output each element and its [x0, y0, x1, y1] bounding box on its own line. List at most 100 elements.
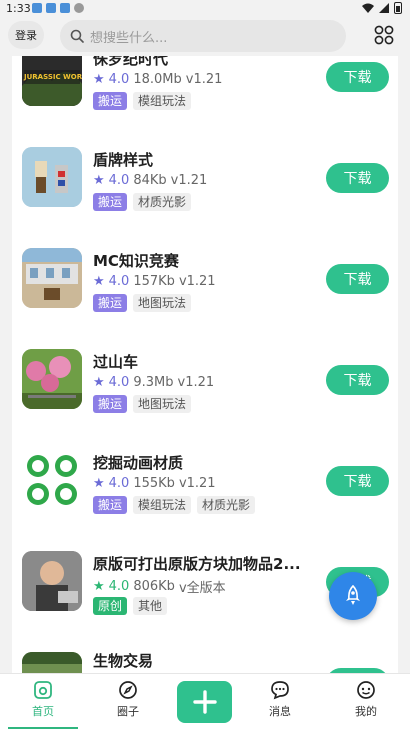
resource-version: v1.21: [178, 274, 216, 289]
bottom-navigation: 首页 圈子 消息 我的: [0, 673, 410, 729]
resource-thumbnail: [22, 450, 82, 510]
resource-title: MC知识竞赛: [93, 252, 179, 270]
chat-icon: [271, 681, 289, 700]
tab-home[interactable]: 首页: [13, 680, 73, 719]
resource-meta: ★ 4.0 157Kb v1.21: [93, 274, 216, 289]
list-item[interactable]: 过山车 ★ 4.0 9.3Mb v1.21 搬运 地图玩法 下载: [12, 329, 398, 429]
list-item[interactable]: MC知识竞赛 ★ 4.0 157Kb v1.21 搬运 地图玩法 下载: [12, 228, 398, 328]
download-button[interactable]: 下载: [326, 62, 389, 92]
download-button[interactable]: 下载: [326, 264, 389, 294]
tag: 地图玩法: [133, 395, 192, 413]
download-button[interactable]: 下载: [326, 365, 389, 395]
resource-tags: 搬运 地图玩法: [93, 395, 192, 413]
star-icon: ★: [93, 579, 105, 594]
status-notification-icons: [32, 3, 84, 13]
resource-thumbnail: [22, 551, 82, 611]
resource-title: 生物交易: [93, 652, 154, 670]
tab-label: 首页: [32, 705, 54, 718]
resource-tags: 原创 其他: [93, 597, 168, 615]
battery-icon: [394, 2, 402, 14]
search-input[interactable]: 想搜些什么...: [60, 20, 346, 52]
home-icon: [34, 681, 52, 699]
resource-thumbnail: [22, 147, 82, 207]
list-item[interactable]: 挖掘动画材质 ★ 4.0 155Kb v1.21 搬运 模组玩法 材质光影 下载: [12, 430, 398, 530]
profile-icon: [357, 681, 375, 699]
list-item[interactable]: 盾牌样式 ★ 4.0 84Kb v1.21 搬运 材质光影 下载: [12, 127, 398, 227]
tag-carry: 搬运: [93, 294, 128, 312]
tag: 其他: [133, 597, 168, 615]
resource-rating: 4.0: [108, 173, 130, 188]
category-grid-icon[interactable]: [374, 25, 394, 45]
resource-version: v1.21: [178, 476, 216, 491]
resource-meta: ★ 4.0 155Kb v1.21: [93, 476, 216, 491]
resource-meta: ★ 4.0 18.0Mb v1.21: [93, 72, 222, 87]
top-bar: 登录 想搜些什么...: [0, 18, 410, 56]
resource-title: 过山车: [93, 353, 139, 371]
resource-rating: 4.0: [108, 274, 130, 289]
resource-size: 806Kb: [133, 579, 175, 594]
resource-tags: 搬运 模组玩法: [93, 92, 192, 110]
resource-size: 18.0Mb: [133, 72, 182, 87]
signal-icon: [379, 3, 389, 13]
notification-app-icon: [32, 3, 42, 13]
tab-circle[interactable]: 圈子: [98, 680, 158, 719]
resource-version: v1.21: [170, 173, 208, 188]
login-button[interactable]: 登录: [8, 21, 44, 49]
resource-tags: 搬运 材质光影: [93, 193, 192, 211]
resource-size: 155Kb: [133, 476, 175, 491]
rocket-button[interactable]: [329, 572, 377, 620]
tag: 模组玩法: [133, 496, 192, 514]
resource-meta: ★ 4.0 84Kb v1.21: [93, 173, 207, 188]
star-icon: ★: [93, 274, 105, 289]
tag-carry: 搬运: [93, 496, 128, 514]
star-icon: ★: [93, 173, 105, 188]
thumbnail-logo-text: JURASSIC WORLD: [24, 73, 82, 81]
resource-tags: 搬运 模组玩法 材质光影: [93, 496, 256, 514]
tag: 模组玩法: [133, 92, 192, 110]
list-item[interactable]: JURASSIC WORLD 侏罗纪时代 ★ 4.0 18.0Mb v1.21 …: [12, 56, 398, 126]
resource-meta: ★ 4.0 806Kb v全版本: [93, 577, 226, 596]
tab-label: 消息: [269, 705, 291, 718]
notification-shield-icon: [74, 3, 84, 13]
download-button[interactable]: 下载: [326, 466, 389, 496]
resource-rating: 4.0: [108, 476, 130, 491]
tab-profile[interactable]: 我的: [336, 680, 396, 719]
resource-rating: 4.0: [108, 579, 130, 594]
tag-original: 原创: [93, 597, 128, 615]
tag-carry: 搬运: [93, 395, 128, 413]
tag-carry: 搬运: [93, 92, 128, 110]
tab-label: 圈子: [117, 705, 139, 718]
status-bar: 1:33: [0, 0, 410, 18]
resource-meta: ★ 4.0 9.3Mb v1.21: [93, 375, 214, 390]
notification-app-icon: [60, 3, 70, 13]
tag-carry: 搬运: [93, 193, 128, 211]
download-button[interactable]: 下载: [326, 163, 389, 193]
star-icon: ★: [93, 375, 105, 390]
resource-size: 84Kb: [133, 173, 167, 188]
resource-size: 9.3Mb: [133, 375, 174, 390]
tag: 地图玩法: [133, 294, 192, 312]
resource-title: 侏罗纪时代: [93, 56, 169, 68]
resource-rating: 4.0: [108, 375, 130, 390]
resource-thumbnail: [22, 349, 82, 409]
star-icon: ★: [93, 72, 105, 87]
tag: 材质光影: [197, 496, 256, 514]
status-time: 1:33: [6, 2, 31, 15]
resource-thumbnail: JURASSIC WORLD: [22, 56, 82, 106]
wifi-icon: [362, 3, 374, 13]
search-icon: [70, 29, 84, 43]
compass-icon: [119, 681, 137, 699]
rocket-icon: [346, 585, 360, 605]
tab-label: 我的: [355, 705, 377, 718]
resource-size: 157Kb: [133, 274, 175, 289]
resource-version: v全版本: [178, 581, 226, 596]
resource-title: 盾牌样式: [93, 151, 154, 169]
tab-messages[interactable]: 消息: [250, 680, 310, 719]
list-item[interactable]: 生物交易: [12, 632, 398, 673]
resource-title: 原版可打出原版方块加物品2...: [93, 555, 301, 573]
resource-thumbnail: [22, 652, 82, 673]
publish-button[interactable]: [177, 681, 232, 723]
resource-thumbnail: [22, 248, 82, 308]
resource-rating: 4.0: [108, 72, 130, 87]
notification-app-icon: [46, 3, 56, 13]
